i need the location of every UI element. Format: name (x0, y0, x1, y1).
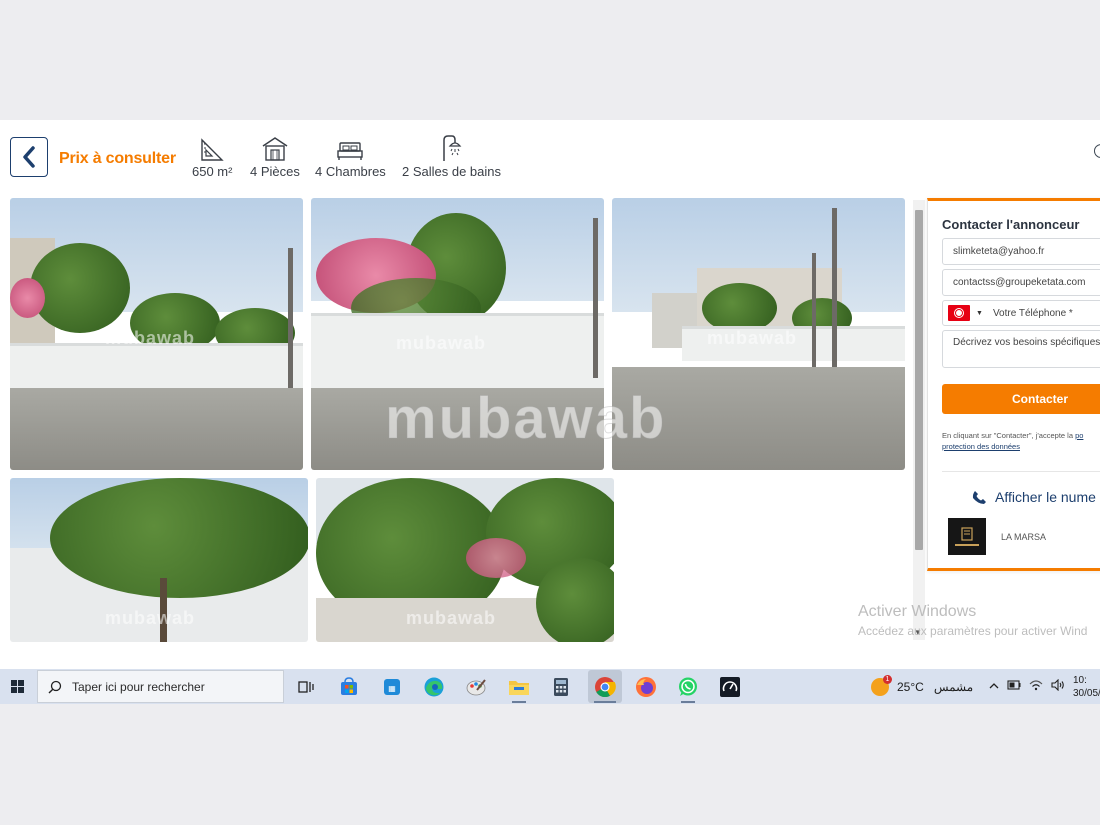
contact-button[interactable]: Contacter (942, 384, 1100, 414)
watermark: mubawab (396, 333, 487, 353)
agency-logo[interactable] (948, 518, 986, 555)
divider (942, 471, 1100, 472)
tunisia-flag-icon[interactable] (948, 305, 970, 321)
app-store-icon[interactable]: ▦ (379, 674, 405, 700)
feature-bedrooms: 4 Chambres (315, 134, 386, 179)
contact-title: Contacter l'annonceur (942, 217, 1080, 232)
back-button[interactable] (10, 137, 48, 177)
feature-bedrooms-label: 4 Chambres (315, 164, 386, 179)
phone-icon (972, 490, 986, 504)
message-placeholder: Décrivez vos besoins spécifiques (953, 337, 1100, 348)
watermark: mubawab (105, 608, 196, 628)
taskbar-search-box[interactable]: Taper ici pour rechercher (37, 670, 284, 703)
wifi-icon[interactable] (1029, 679, 1043, 694)
taskbar-search-placeholder: Taper ici pour rechercher (72, 679, 205, 694)
weather-widget[interactable]: 1 25°C مشمس (871, 669, 973, 704)
email-value: slimketeta@yahoo.fr (953, 246, 1045, 257)
price-label: Prix à consulter (59, 150, 176, 167)
feature-bathrooms-label: 2 Salles de bains (402, 164, 502, 179)
browser-page: Prix à consulter 650 m² 4 Pièces 4 Chamb… (0, 120, 1100, 704)
speed-test-icon[interactable] (717, 674, 743, 700)
show-number-label: Afficher le nume (995, 489, 1096, 505)
gallery-photo-1[interactable]: mubawab (10, 198, 303, 470)
edge-browser-icon[interactable] (421, 674, 447, 700)
chevron-up-icon[interactable] (989, 681, 999, 693)
chevron-left-icon (23, 146, 35, 168)
privacy-link[interactable]: protection des données (942, 442, 1020, 451)
shower-icon (442, 135, 461, 161)
caret-down-icon[interactable]: ▼ (976, 310, 983, 317)
gallery-photo-3[interactable]: mubawab (612, 198, 905, 470)
clock-date: 30/05/ (1073, 687, 1100, 699)
rooms-icon (262, 137, 288, 161)
phone-field[interactable]: ▼ Votre Téléphone * (942, 300, 1100, 326)
feature-rooms-label: 4 Pièces (250, 164, 300, 179)
calculator-icon[interactable] (548, 674, 574, 700)
search-icon[interactable] (1094, 144, 1100, 158)
sun-icon: 1 (871, 674, 892, 696)
activate-line2: Accédez aux paramètres pour activer Wind (858, 624, 1088, 638)
activate-windows-watermark: Activer Windows Accédez aux paramètres p… (858, 603, 1087, 638)
svg-text:▦: ▦ (388, 684, 396, 693)
gallery-photo-2[interactable]: mubawab (311, 198, 604, 470)
contact-card: Contacter l'annonceur slimketeta@yahoo.f… (927, 198, 1100, 571)
bed-icon (337, 142, 364, 160)
system-tray (989, 669, 1065, 704)
search-icon (48, 680, 62, 693)
clock[interactable]: 10: 30/05/ (1073, 669, 1100, 704)
weather-badge: 1 (883, 674, 892, 684)
legal-notice: En cliquant sur "Contacter", j'accepte l… (942, 430, 1100, 452)
feature-rooms: 4 Pièces (250, 134, 300, 179)
watermark: mubawab (406, 608, 497, 628)
legal-text: En cliquant sur "Contacter", j'accepte l… (942, 431, 1076, 440)
area-icon (201, 138, 224, 161)
paint-icon[interactable] (463, 674, 489, 700)
watermark: mubawab (105, 328, 196, 348)
task-view-icon[interactable] (293, 674, 319, 700)
feature-area: 650 m² (192, 134, 232, 179)
chrome-icon[interactable] (588, 670, 622, 703)
weather-temp: 25°C (897, 679, 924, 694)
privacy-link-start[interactable]: po (1075, 431, 1083, 440)
volume-icon[interactable] (1051, 678, 1065, 694)
whatsapp-icon[interactable] (675, 674, 701, 703)
taskbar: Taper ici pour rechercher ▦ 1 25°C مشمس … (0, 669, 1100, 704)
file-explorer-icon[interactable] (506, 674, 532, 703)
watermark: mubawab (707, 328, 798, 348)
weather-condition: مشمس (933, 679, 974, 694)
windows-start-icon[interactable] (0, 669, 34, 704)
firefox-icon[interactable] (633, 674, 659, 700)
show-number-link[interactable]: Afficher le nume (972, 489, 1096, 505)
activate-line1: Activer Windows (858, 603, 977, 620)
scrollbar-thumb[interactable] (915, 210, 923, 550)
gallery-photo-4[interactable]: mubawab (10, 478, 308, 642)
message-field[interactable]: Décrivez vos besoins spécifiques (942, 330, 1100, 368)
phone-placeholder: Votre Téléphone * (992, 307, 1073, 319)
microsoft-store-icon[interactable] (336, 674, 362, 700)
agency-emblem-icon (961, 527, 973, 541)
clock-time: 10: (1073, 674, 1087, 686)
email-field[interactable]: slimketeta@yahoo.fr (942, 238, 1100, 265)
battery-icon[interactable] (1007, 680, 1021, 693)
email2-field[interactable]: contactss@groupeketata.com (942, 269, 1100, 296)
agency-city: LA MARSA (1001, 532, 1047, 542)
email2-value: contactss@groupeketata.com (953, 277, 1086, 288)
feature-bathrooms: 2 Salles de bains (402, 134, 501, 179)
feature-area-label: 650 m² (192, 164, 233, 179)
gallery-photo-5[interactable]: mubawab (316, 478, 614, 642)
